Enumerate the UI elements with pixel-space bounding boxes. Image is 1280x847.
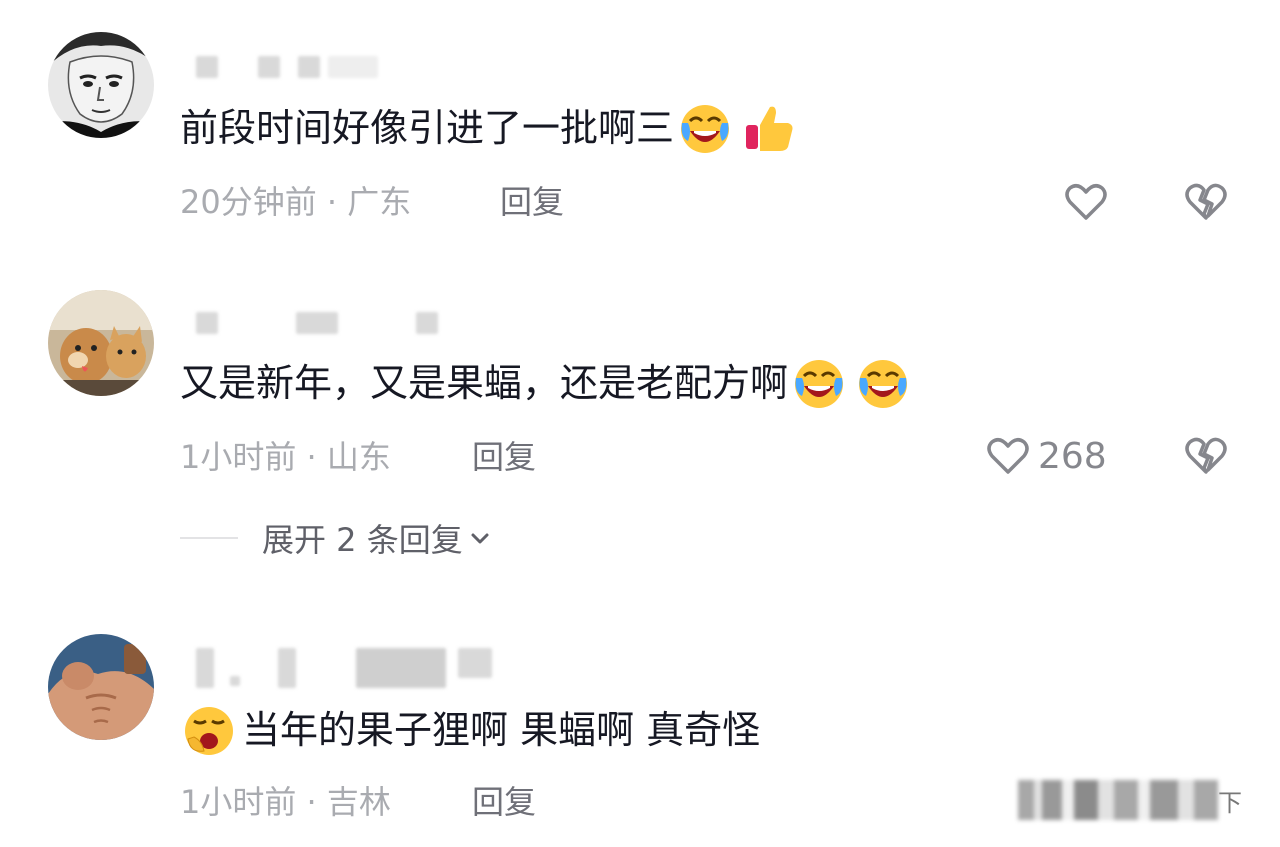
divider-line bbox=[180, 537, 238, 539]
comment-location: 山东 bbox=[326, 438, 391, 476]
comment-time: 1小时前 bbox=[180, 438, 297, 476]
watermark: 下 bbox=[1018, 775, 1242, 825]
avatar[interactable] bbox=[48, 634, 154, 740]
meta-separator: · bbox=[306, 783, 317, 821]
reply-button[interactable]: 回复 bbox=[500, 182, 564, 222]
comment-text-row: 又是新年，又是果蝠，还是老配方啊 bbox=[180, 355, 910, 411]
anime-face-avatar-image bbox=[48, 32, 154, 138]
broken-heart-icon bbox=[1185, 437, 1227, 474]
comment-text-row: 当年的果子狸啊 果蝠啊 真奇怪 bbox=[182, 702, 760, 758]
muscular-man-avatar-image bbox=[48, 634, 154, 740]
reply-button[interactable]: 回复 bbox=[472, 437, 536, 477]
like-count: 268 bbox=[1038, 435, 1107, 477]
reply-button[interactable]: 回复 bbox=[472, 782, 536, 822]
like-button[interactable]: 268 bbox=[984, 432, 1107, 480]
comment-meta: 20分钟前 · 广东 bbox=[180, 182, 411, 222]
meta-separator: · bbox=[326, 183, 338, 221]
avatar[interactable] bbox=[48, 32, 154, 138]
crying-laughing-emoji-icon bbox=[678, 101, 732, 155]
comment-meta: 1小时前 · 山东 bbox=[180, 437, 391, 477]
yawning-emoji-icon bbox=[182, 703, 236, 757]
chevron-down-icon bbox=[471, 533, 489, 544]
crying-laughing-emoji-icon bbox=[856, 356, 910, 410]
crying-laughing-emoji-icon bbox=[792, 356, 846, 410]
thumbs-up-emoji-icon bbox=[742, 101, 796, 155]
comment-location: 广东 bbox=[347, 183, 412, 221]
comment-text: 前段时间好像引进了一批啊三 bbox=[180, 106, 675, 150]
expand-replies-button[interactable]: 展开 2 条回复 bbox=[180, 515, 491, 561]
comment-text-row: 前段时间好像引进了一批啊三 bbox=[180, 100, 796, 156]
dislike-button[interactable] bbox=[1182, 432, 1230, 480]
comment-text: 当年的果子狸啊 果蝠啊 真奇怪 bbox=[242, 708, 761, 752]
watermark-suffix: 下 bbox=[1218, 788, 1242, 817]
heart-icon bbox=[987, 438, 1029, 474]
expand-replies-label: 展开 2 条回复 bbox=[262, 521, 463, 559]
broken-heart-icon bbox=[1185, 183, 1227, 220]
comment-meta: 1小时前 · 吉林 bbox=[180, 782, 391, 822]
dislike-button[interactable] bbox=[1182, 178, 1230, 226]
comment-text: 又是新年，又是果蝠，还是老配方啊 bbox=[180, 361, 789, 405]
watermark-blurred bbox=[1018, 780, 1218, 820]
like-button[interactable] bbox=[1062, 178, 1110, 226]
heart-icon bbox=[1065, 184, 1107, 220]
comment-time: 20分钟前 bbox=[180, 183, 317, 221]
comment-time: 1小时前 bbox=[180, 783, 297, 821]
avatar[interactable] bbox=[48, 290, 154, 396]
meta-separator: · bbox=[306, 438, 317, 476]
comment-location: 吉林 bbox=[326, 783, 391, 821]
dog-and-cat-avatar-image bbox=[48, 290, 154, 396]
